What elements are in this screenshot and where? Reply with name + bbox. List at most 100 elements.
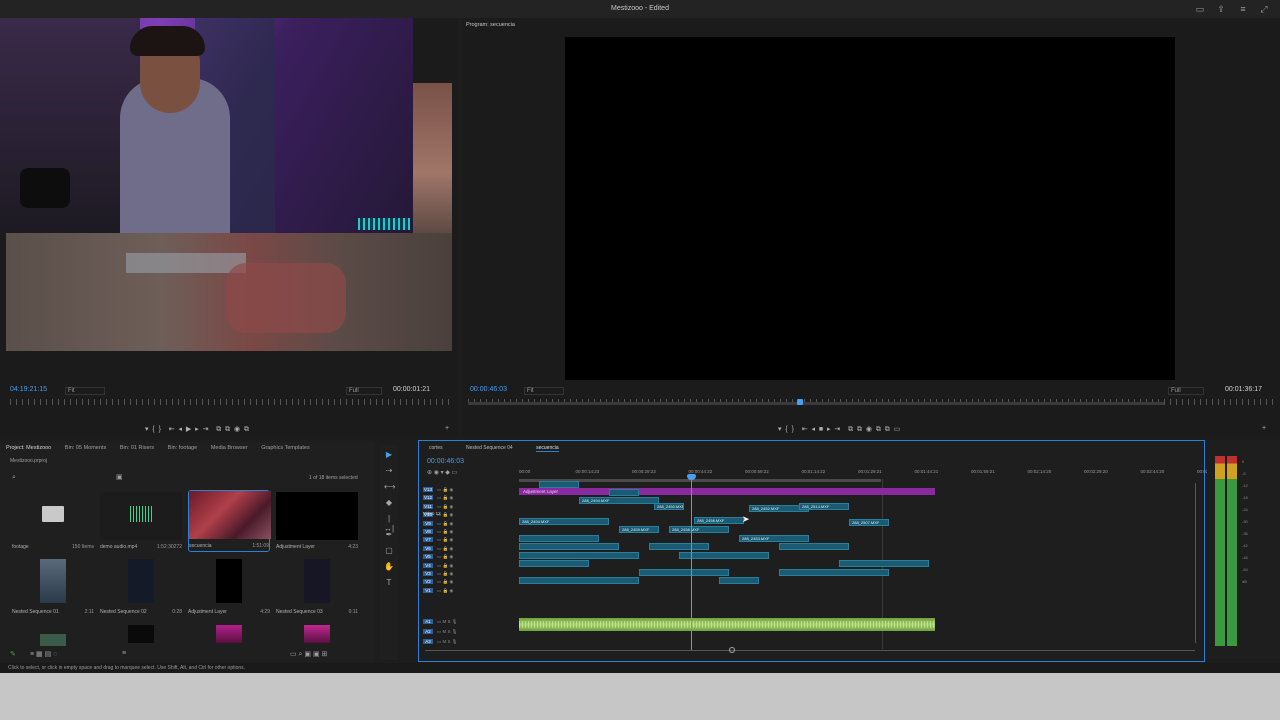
project-item-partial[interactable]	[304, 625, 330, 643]
view-toggle-icons[interactable]: ≡ ▦ ▤ ◌	[30, 650, 57, 658]
new-bin-icon[interactable]: ▣	[116, 473, 123, 481]
track-header-v8[interactable]: V8 ▭ 🔒 ◉	[423, 529, 513, 536]
track-header-a2[interactable]: A2 ▭ M S 🎙	[423, 629, 513, 636]
track-audio-controls-icons[interactable]: ▭ M S 🎙	[437, 639, 457, 644]
track-visibility-icons[interactable]: ▭ 🔒 ◉	[437, 579, 453, 584]
razor-tool-icon[interactable]: ◆	[384, 498, 394, 508]
timeline-clip[interactable]	[519, 560, 589, 567]
tab-bin-moments[interactable]: Bin: 05 Moments	[65, 445, 106, 451]
tab-bin-footage[interactable]: Bin: footage	[168, 445, 197, 451]
timeline-clip[interactable]: 288_2450.MXF	[654, 503, 684, 510]
tab-project[interactable]: Project: Mestizooo	[6, 445, 51, 451]
track-header-v3[interactable]: V3 ▭ 🔒 ◉	[423, 571, 513, 578]
timeline-clip[interactable]	[609, 489, 639, 496]
track-header-v5[interactable]: V5 ▭ 🔒 ◉	[423, 554, 513, 561]
project-tabs[interactable]: Project: Mestizooo Bin: 05 Moments Bin: …	[6, 445, 322, 451]
search-icon[interactable]: ⌕	[12, 474, 16, 482]
panel-actions-icons[interactable]: ▭ ⌕ ▣ ▣ ⊞	[290, 650, 327, 659]
track-audio-controls-icons[interactable]: ▭ M S 🎙	[437, 629, 457, 634]
project-item-footage[interactable]: footage 150 Items	[12, 492, 94, 554]
timeline-clip[interactable]: 288_2494.MXF	[519, 518, 609, 525]
track-visibility-icons[interactable]: ▭ 🔒 ◉	[437, 521, 453, 526]
timeline-clip[interactable]: 288_2453.MXF	[739, 535, 809, 542]
scroll-handle[interactable]	[729, 647, 735, 653]
program-playhead[interactable]	[797, 399, 803, 405]
track-header-v9[interactable]: V9 ▭ 🔒 ◉	[423, 520, 513, 528]
program-tab[interactable]: Program: secuencia	[466, 22, 515, 28]
timeline-clip[interactable]	[649, 543, 709, 550]
workspace-icon[interactable]: ▭	[1195, 4, 1205, 14]
rectangle-tool-icon[interactable]: ▢	[384, 546, 394, 556]
track-audio-controls-icons[interactable]: ▭ M S 🎙	[437, 619, 457, 624]
timeline-clip[interactable]	[839, 560, 929, 567]
timeline-clip[interactable]: 288_2458.MXF	[694, 517, 744, 524]
track-visibility-icons[interactable]: ▭ 🔒 ◉	[437, 495, 453, 500]
tab-nested-sequence-04[interactable]: Nested Sequence 04	[466, 445, 513, 451]
project-item-partial[interactable]	[216, 625, 242, 643]
timeline-timecode[interactable]: 00:00:46:03	[427, 458, 464, 465]
share-icon[interactable]: ⇪	[1216, 4, 1226, 14]
timeline-clip[interactable]	[779, 569, 889, 576]
sort-icon[interactable]: ≡	[122, 650, 126, 657]
timeline-clip[interactable]: 288_2507.MXF	[849, 519, 889, 526]
pen-tool-icon[interactable]: ✒	[384, 530, 394, 540]
track-header-a3[interactable]: A3 ▭ M S 🎙	[423, 639, 513, 646]
track-visibility-icons[interactable]: ▭ 🔒 ◉	[437, 537, 453, 542]
project-item-partial[interactable]	[128, 625, 154, 643]
project-item-nested-02[interactable]: Nested Sequence 02 0:28	[100, 557, 182, 619]
track-header-v6[interactable]: V6 ▭ 🔒 ◉	[423, 545, 513, 553]
timeline-clip[interactable]: 288_2458.MXF	[669, 526, 729, 533]
track-visibility-icons[interactable]: ▭ 🔒 ◉	[437, 487, 453, 492]
fullscreen-icon[interactable]: ⤢	[1259, 4, 1269, 14]
project-item-adjustment-layer-2[interactable]: Adjustment Layer 4:29	[188, 557, 270, 619]
source-timecode[interactable]: 04:19:21:15	[10, 386, 47, 393]
track-visibility-icons[interactable]: ▭ 🔒 ◉	[437, 554, 453, 559]
source-transport-controls[interactable]: ▾ { } ⇤ ◂ ▶ ▸ ⇥ ⧉ ⧉ ◉ ⧉	[145, 425, 249, 434]
program-quality-select[interactable]: Full	[1168, 387, 1204, 395]
hand-tool-icon[interactable]: ✋	[384, 562, 394, 572]
source-fit-select[interactable]: Fit	[65, 387, 105, 395]
timeline-clip[interactable]	[519, 535, 599, 542]
timeline-clip[interactable]	[519, 543, 619, 550]
vertical-scrollbar[interactable]	[1195, 483, 1196, 643]
source-add-button[interactable]: +	[445, 425, 449, 432]
project-item-secuencia[interactable]: secuencia 1:51:09	[188, 490, 271, 552]
timeline-clip[interactable]: 288_2514.MXF	[799, 503, 849, 510]
timeline-tools-icons[interactable]: ⊕ ◉ ▾ ◆ ▭	[427, 469, 457, 476]
program-fit-select[interactable]: Fit	[524, 387, 564, 395]
timeline-tabs[interactable]: cortes Nested Sequence 04 secuencia	[429, 445, 559, 452]
video-clips-area[interactable]: 288_2494.MXF 288_2450.MXF 288_2458.MXF 288_…	[519, 481, 939, 615]
track-visibility-icons[interactable]: ▭ 🔒 ◉	[437, 563, 453, 568]
slip-tool-icon[interactable]: |↔|	[384, 514, 394, 533]
project-item-nested-01[interactable]: Nested Sequence 01 2:11	[12, 557, 94, 619]
timeline-ruler[interactable]: 00:00 00:00:14:23 00:00:29:23 00:00:44:22 00…	[519, 469, 1208, 477]
ripple-edit-tool-icon[interactable]: ⟷	[384, 482, 395, 492]
adjustment-layer-clip[interactable]: Adjustment Layer	[519, 488, 935, 495]
program-timecode[interactable]: 00:00:46:03	[470, 386, 507, 393]
track-header-v4[interactable]: V4 ▭ 🔒 ◉	[423, 562, 513, 570]
timeline-clip[interactable]	[679, 552, 769, 559]
track-visibility-icons[interactable]: ▭ 🔒 ◉	[437, 529, 453, 534]
type-tool-icon[interactable]: T	[384, 578, 394, 588]
track-select-tool-icon[interactable]: ⇢	[384, 466, 394, 476]
tab-secuencia[interactable]: secuencia	[536, 445, 559, 452]
timeline-clip[interactable]	[779, 543, 849, 550]
program-add-button[interactable]: +	[1262, 425, 1266, 432]
track-visibility-icons[interactable]: ▭ 🔒 ◉	[437, 571, 453, 576]
track-header-v11[interactable]: V11 ▭ 🔒 ◉	[423, 503, 513, 511]
timeline-clip[interactable]: 288_2494.MXF	[579, 497, 659, 504]
track-visibility-icons[interactable]: ▭ 🔒 ◉	[437, 546, 453, 551]
timeline-scrollbar[interactable]	[425, 650, 1195, 651]
timeline-clip[interactable]	[639, 569, 729, 576]
timeline-clip[interactable]	[519, 577, 639, 584]
track-visibility-icons[interactable]: ▭ 🔒 ◉	[437, 504, 453, 509]
tab-graphics-templates[interactable]: Graphics Templates	[261, 445, 310, 451]
timeline-playhead[interactable]	[691, 475, 692, 651]
track-visibility-icons[interactable]: ▭ 🔒 ◉	[437, 588, 453, 593]
program-work-area[interactable]	[468, 402, 1164, 405]
project-item-partial[interactable]	[40, 634, 66, 646]
selection-tool-icon[interactable]: ▶	[384, 450, 394, 460]
timeline-clip[interactable]	[519, 552, 639, 559]
tab-cortes[interactable]: cortes	[429, 445, 443, 451]
tab-bin-risers[interactable]: Bin: 01 Risers	[120, 445, 154, 451]
